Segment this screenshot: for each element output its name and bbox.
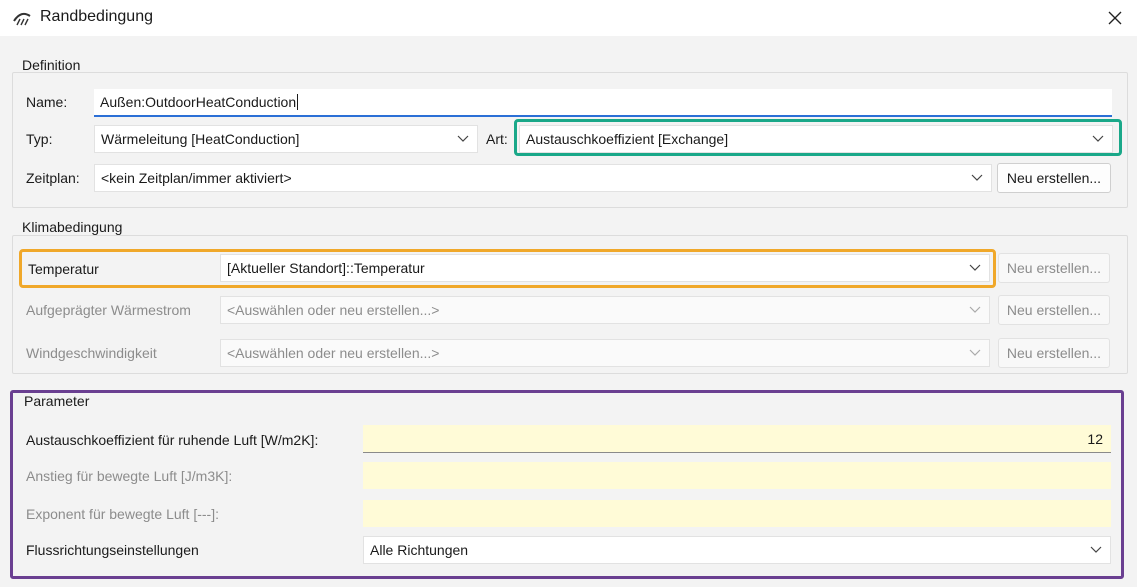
art-select[interactable]: Austauschkoeffizient [Exchange] [519, 125, 1113, 153]
waermestrom-label: Aufgeprägter Wärmestrom [26, 302, 191, 318]
wind-select: <Auswählen oder neu erstellen...> [220, 339, 990, 367]
typ-select[interactable]: Wärmeleitung [HeatConduction] [94, 125, 478, 153]
title-bar: Randbedingung [0, 0, 1137, 36]
zeitplan-new-button[interactable]: Neu erstellen... [997, 163, 1111, 193]
parameter-title: Parameter [24, 393, 90, 409]
name-input[interactable]: Außen:OutdoorHeatConduction [94, 89, 1112, 117]
art-label: Art: [486, 131, 508, 147]
waermestrom-select: <Auswählen oder neu erstellen...> [220, 296, 990, 324]
flow-label: Flussrichtungseinstellungen [26, 542, 199, 558]
definition-title: Definition [22, 57, 81, 73]
chevron-down-icon [1090, 546, 1102, 553]
chevron-down-icon [969, 349, 981, 356]
anstieg-input [363, 462, 1111, 489]
flow-select[interactable]: Alle Richtungen [363, 536, 1111, 564]
wind-label: Windgeschwindigkeit [26, 345, 157, 361]
flow-value: Alle Richtungen [370, 542, 469, 558]
austausch-label: Austauschkoeffizient für ruhende Luft [W… [26, 432, 319, 448]
boundary-condition-icon [13, 12, 31, 26]
wind-value: <Auswählen oder neu erstellen...> [227, 345, 440, 361]
chevron-down-icon [969, 306, 981, 313]
temperatur-select[interactable]: [Aktueller Standort]::Temperatur [220, 254, 990, 282]
chevron-down-icon [971, 174, 983, 181]
art-value: Austauschkoeffizient [Exchange] [526, 131, 729, 147]
waermestrom-value: <Auswählen oder neu erstellen...> [227, 302, 440, 318]
chevron-down-icon [1092, 135, 1104, 142]
typ-value: Wärmeleitung [HeatConduction] [101, 131, 300, 147]
waermestrom-new-button: Neu erstellen... [998, 295, 1110, 325]
exponent-input [363, 500, 1111, 527]
name-label: Name: [26, 94, 68, 110]
zeitplan-select[interactable]: <kein Zeitplan/immer aktiviert> [94, 164, 992, 192]
window-title: Randbedingung [40, 8, 153, 25]
exponent-label: Exponent für bewegte Luft [---]: [26, 506, 219, 522]
anstieg-label: Anstieg für bewegte Luft [J/m3K]: [26, 468, 233, 484]
close-icon [1108, 11, 1122, 25]
chevron-down-icon [457, 135, 469, 142]
temperatur-new-button: Neu erstellen... [998, 253, 1110, 283]
close-button[interactable] [1096, 2, 1134, 34]
name-value: Außen:OutdoorHeatConduction [100, 94, 297, 110]
chevron-down-icon [969, 264, 981, 271]
klima-title: Klimabedingung [22, 219, 123, 235]
temperatur-label: Temperatur [28, 261, 99, 277]
text-caret [297, 94, 299, 110]
zeitplan-label: Zeitplan: [26, 170, 80, 186]
wind-new-button: Neu erstellen... [998, 338, 1110, 368]
typ-label: Typ: [26, 131, 53, 147]
temperatur-value: [Aktueller Standort]::Temperatur [227, 260, 425, 276]
austausch-input[interactable]: 12 [363, 425, 1111, 453]
zeitplan-value: <kein Zeitplan/immer aktiviert> [101, 170, 292, 186]
